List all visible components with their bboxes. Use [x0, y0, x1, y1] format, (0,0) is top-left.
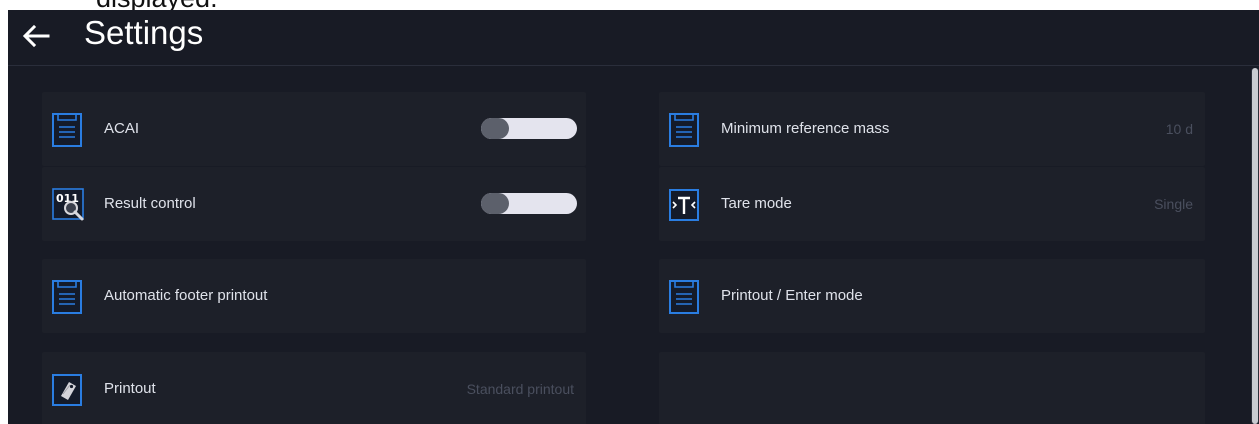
document-icon — [669, 113, 699, 147]
setting-acai[interactable]: ACAI — [42, 92, 586, 166]
acai-toggle[interactable] — [481, 118, 577, 139]
scrollbar[interactable] — [1251, 68, 1259, 424]
setting-automatic-footer-printout[interactable]: Automatic footer printout — [42, 259, 586, 333]
setting-acai-label: ACAI — [104, 120, 140, 137]
setting-result-control[interactable]: 011 Result control — [42, 167, 586, 241]
setting-tare-mode[interactable]: Tare mode Single — [659, 167, 1205, 241]
setting-printout-enter-mode[interactable]: Printout / Enter mode — [659, 259, 1205, 333]
setting-printout-label: Printout — [104, 380, 156, 397]
tare-icon — [669, 188, 699, 222]
document-icon — [669, 280, 699, 314]
header-bar: Settings — [8, 10, 1259, 66]
tag-icon — [52, 373, 82, 407]
scrollbar-thumb[interactable] — [1252, 68, 1258, 424]
setting-printout-value: Standard printout — [466, 381, 574, 397]
setting-printout-enter-mode-label: Printout / Enter mode — [721, 287, 863, 304]
page-title: Settings — [84, 14, 204, 51]
back-arrow-icon[interactable] — [18, 14, 54, 54]
magnifier-binary-icon: 011 — [52, 188, 84, 222]
result-control-toggle-knob — [481, 193, 509, 214]
setting-printout[interactable]: Printout Standard printout — [42, 352, 586, 424]
setting-minimum-reference-mass-label: Minimum reference mass — [721, 120, 890, 137]
settings-screen: Settings ACAI Minimum reference mass 10 … — [8, 10, 1259, 424]
setting-tare-mode-label: Tare mode — [721, 195, 792, 212]
document-icon — [52, 280, 82, 314]
setting-minimum-reference-mass[interactable]: Minimum reference mass 10 d — [659, 92, 1205, 166]
document-icon — [52, 113, 82, 147]
empty-tile — [659, 352, 1205, 424]
setting-result-control-label: Result control — [104, 195, 196, 212]
acai-toggle-knob — [481, 118, 509, 139]
setting-automatic-footer-printout-label: Automatic footer printout — [104, 287, 268, 304]
setting-minimum-reference-mass-value: 10 d — [1165, 121, 1193, 137]
setting-tare-mode-value: Single — [1154, 196, 1193, 212]
result-control-toggle[interactable] — [481, 193, 577, 214]
